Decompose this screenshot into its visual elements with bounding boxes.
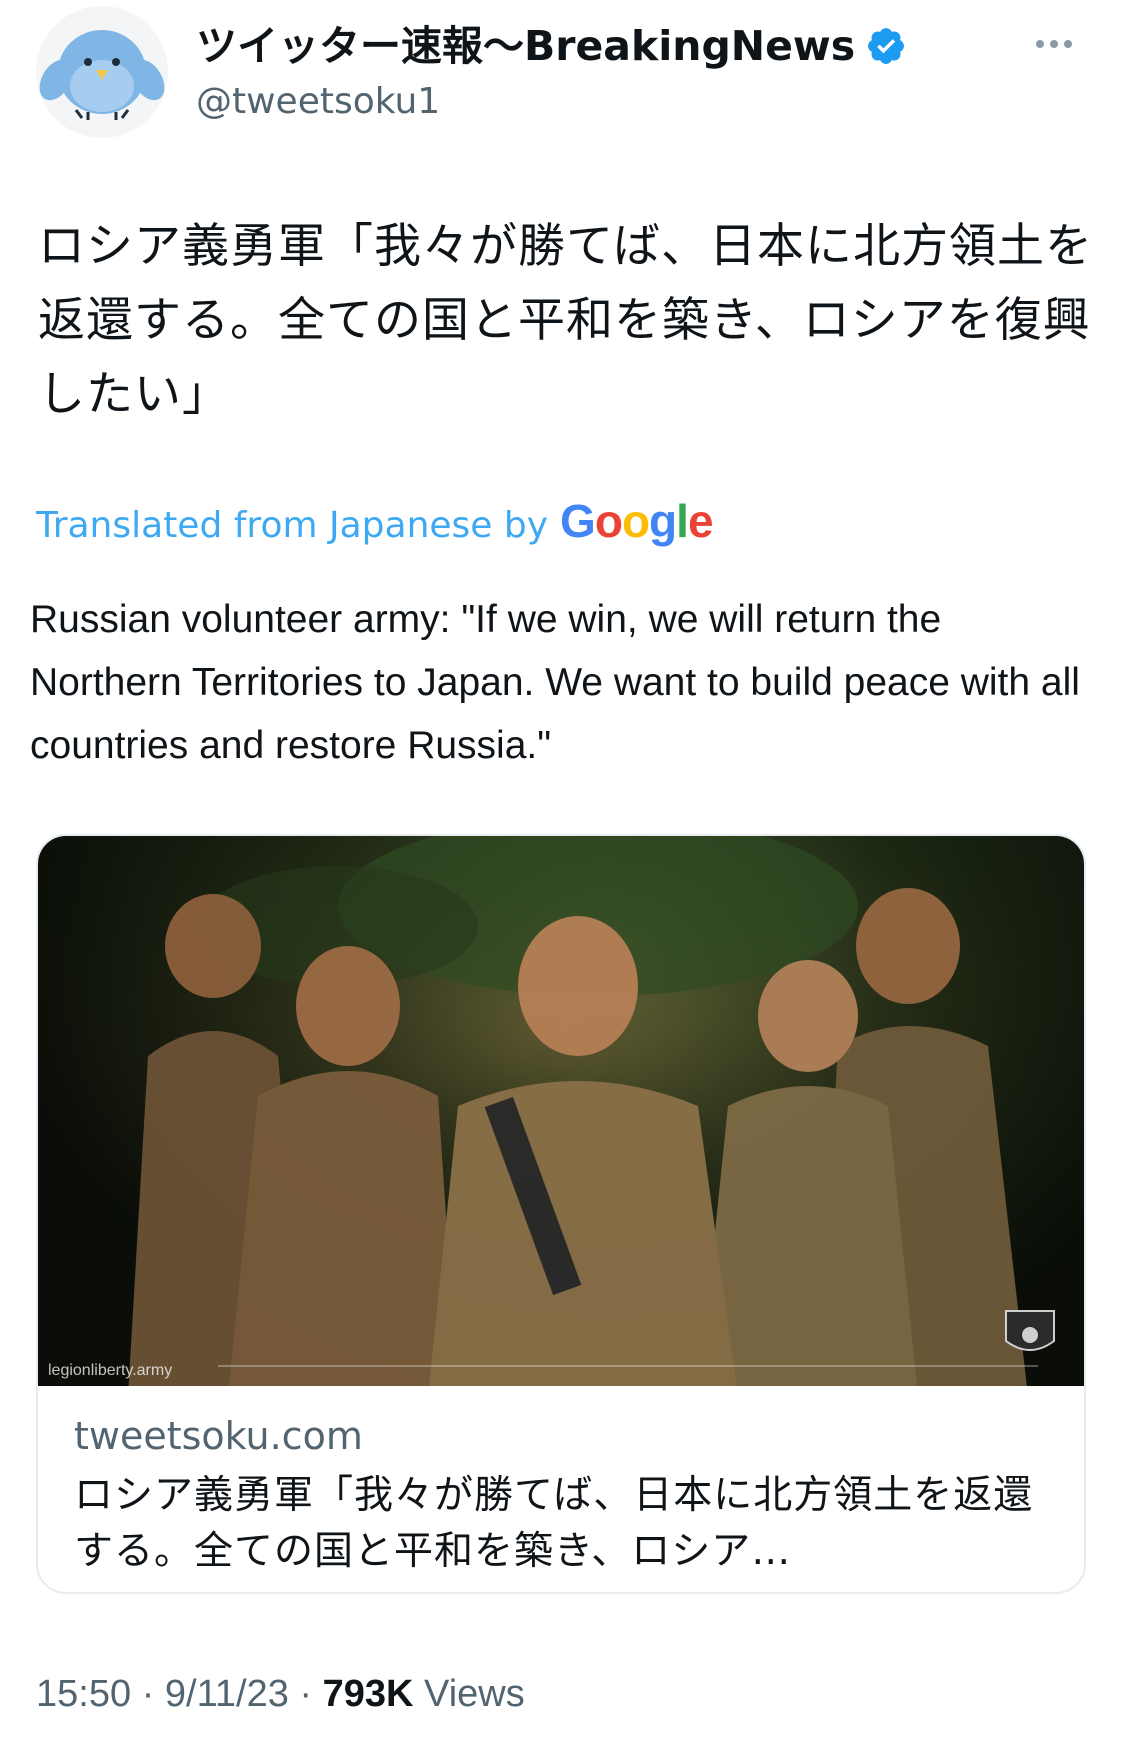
meta-separator: · (141, 1673, 155, 1715)
card-title[interactable]: ロシア義勇軍「我々が勝てば、日本に北方領土を返還する。全ての国と平和を築き、ロシ… (74, 1468, 1054, 1580)
card-domain[interactable]: tweetsoku.com (74, 1410, 363, 1462)
blue-bird-avatar (39, 30, 165, 120)
image-watermark: legionliberty.army (48, 1362, 173, 1379)
author-name-row[interactable]: ツイッター速報〜BreakingNews (196, 18, 907, 74)
tweet-time[interactable]: 15:50 (36, 1673, 131, 1715)
more-options-icon[interactable] (1024, 24, 1084, 64)
tweet-text-translation: Russian volunteer army: "If we win, we w… (30, 598, 1080, 767)
translation-attribution[interactable]: Translated from Japanese by Google (36, 494, 714, 551)
card-image[interactable]: legionliberty.army (38, 836, 1084, 1386)
views-count: 793K (322, 1673, 414, 1715)
shield-logo-icon (1005, 1310, 1055, 1351)
tweet-text-original: ロシア義勇軍「我々が勝てば、日本に北方領土を返還する。全ての国と平和を築き、ロシ… (38, 219, 1094, 422)
author-avatar[interactable] (36, 6, 168, 138)
link-preview-card[interactable]: legionliberty.army tweetsoku.com ロシア義勇軍「… (36, 834, 1086, 1594)
google-logo: Google (560, 495, 713, 547)
card-photo (38, 836, 1084, 1386)
translated-label[interactable]: Translated from Japanese by (36, 501, 548, 551)
tweet-meta: 15:50 · 9/11/23 · 793K Views (36, 1668, 525, 1720)
author-handle[interactable]: @tweetsoku1 (196, 78, 440, 126)
verified-badge-icon (868, 28, 905, 64)
author-display-name[interactable]: ツイッター速報〜BreakingNews (196, 18, 855, 74)
tweet-date[interactable]: 9/11/23 (165, 1673, 289, 1715)
more-dot (1050, 40, 1058, 48)
tweet-page: ツイッター速報〜BreakingNews @tweetsoku1 ロシア義勇軍「… (0, 0, 1124, 1753)
views-label: Views (424, 1673, 525, 1715)
more-dot (1064, 40, 1072, 48)
meta-separator: · (299, 1673, 313, 1715)
more-dot (1036, 40, 1044, 48)
